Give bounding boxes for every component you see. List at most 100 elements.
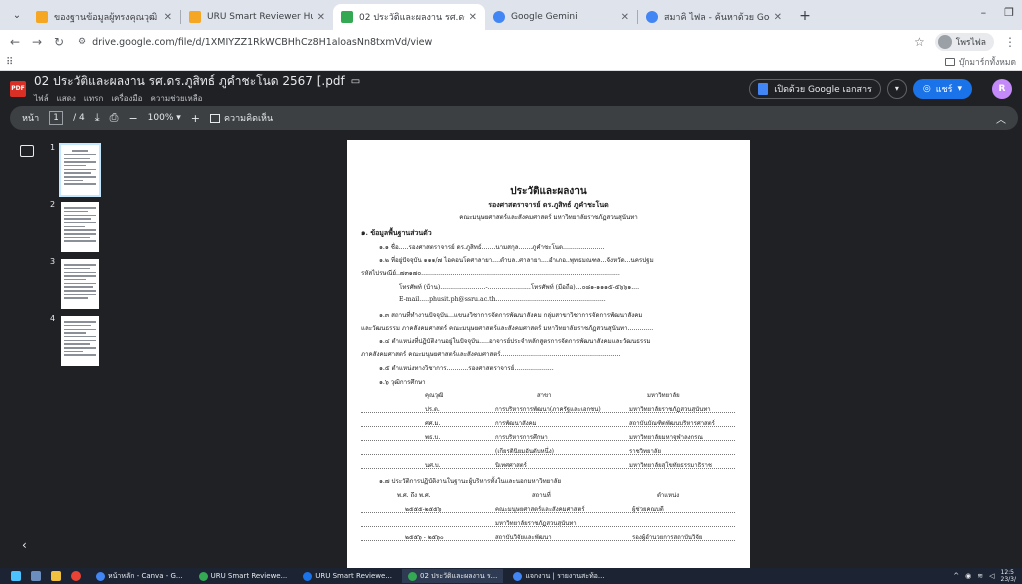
browser-toolbar: ← → ↻ ⚙ drive.google.com/file/d/1XMIYZZ1… — [0, 30, 1022, 54]
menu-tools[interactable]: เครื่องมือ — [111, 92, 142, 105]
page-thumbnail-2[interactable] — [61, 202, 99, 252]
wifi-icon[interactable]: ≋ — [977, 572, 983, 580]
apps-grid-icon[interactable]: ⠿ — [6, 57, 13, 68]
dotted-rule — [361, 454, 735, 455]
doc-line: ๑.๗ ประวัติการปฏิบัติงานในฐานะผู้บริหารท… — [379, 478, 562, 485]
tab-0[interactable]: ของฐานข้อมูลผู้ทรงคุณวุฒิ รายงาน ✕ — [28, 4, 180, 30]
download-icon[interactable]: ⤓ — [95, 111, 100, 125]
work-header-position: ตำแหน่ง — [657, 492, 680, 499]
reload-icon[interactable]: ↻ — [50, 35, 68, 49]
tab-close-icon[interactable]: ✕ — [317, 12, 325, 23]
dotted-rule — [361, 526, 735, 527]
task-label: แจกงาน | รายงานสะท้อ... — [525, 571, 605, 580]
tab-1[interactable]: URU Smart Reviewer Hub ✕ — [181, 4, 333, 30]
doc-section-heading: ๑. ข้อมูลพื้นฐานส่วนตัว — [361, 228, 432, 237]
taskbar-app-icon[interactable] — [51, 571, 61, 581]
dotted-rule — [361, 440, 735, 441]
share-globe-icon: ◎ — [922, 83, 931, 94]
tab-close-icon[interactable]: ✕ — [774, 12, 782, 23]
work-header-place: สถานที่ — [532, 492, 551, 499]
print-icon[interactable]: ⎙ — [110, 111, 119, 125]
tab-favicon-icon — [341, 11, 353, 23]
menu-view[interactable]: แสดง — [57, 92, 76, 105]
move-folder-icon[interactable]: ▭ — [351, 76, 360, 87]
tab-2-active[interactable]: 02 ประวัติและผลงาน รศ.ดร.ภูสิทธ์ ภู... ✕ — [333, 4, 485, 30]
zoom-in-icon[interactable]: + — [191, 112, 200, 125]
edu-header-university: มหาวิทยาลัย — [647, 392, 680, 399]
drive-viewer-header: PDF 02 ประวัติและผลงาน รศ.ดร.ภูสิทธ์ ภูค… — [0, 71, 1022, 106]
tab-close-icon[interactable]: ✕ — [469, 12, 477, 23]
profile-label: โพรไฟล — [955, 38, 986, 48]
menu-help[interactable]: ความช่วยเหลือ — [150, 92, 202, 105]
windows-start-icon[interactable] — [11, 571, 21, 581]
user-avatar[interactable]: R — [992, 78, 1012, 99]
zoom-level[interactable]: 100% ▾ — [148, 113, 181, 123]
tray-app-icon[interactable]: ◉ — [965, 572, 971, 580]
browser-tabstrip: ⌄ ของฐานข้อมูลผู้ทรงคุณวุฒิ รายงาน ✕ URU… — [0, 0, 1022, 30]
google-docs-icon — [758, 82, 769, 95]
tab-close-icon[interactable]: ✕ — [164, 12, 172, 23]
minimize-icon[interactable]: – — [981, 6, 987, 19]
tray-chevron-icon[interactable]: ^ — [953, 572, 959, 580]
doc-line: ๑.๕ ตำแหน่งทางวิชาการ...........รองศาสตร… — [379, 365, 554, 372]
dotted-rule — [361, 412, 735, 413]
chrome-icon[interactable] — [71, 571, 81, 581]
system-tray: ^ ◉ ≋ ◁ 12:5 23/3/ — [953, 569, 1016, 583]
page-thumbnail-3[interactable] — [61, 259, 99, 309]
taskbar-task[interactable]: URU Smart Reviewe... — [193, 569, 294, 583]
zoom-out-icon[interactable]: − — [128, 112, 137, 125]
tab-favicon-icon — [646, 11, 658, 23]
doc-line: รหัสไปรษณีย์..๗๓๑๗๐.....................… — [361, 270, 620, 277]
tab-4[interactable]: สมาคิ ไฟล - ค้นหาด้วย Google ✕ — [638, 4, 790, 30]
site-info-icon[interactable]: ⚙ — [78, 37, 86, 47]
volume-icon[interactable]: ◁ — [989, 572, 994, 580]
all-bookmarks-label: บุ๊กมาร์กทั้งหมด — [958, 58, 1016, 68]
share-button[interactable]: ◎ แชร์ ▾ — [912, 78, 972, 99]
doc-line: ๑.๑ ชื่อ.....รองศาสตราจารย์ ดร.ภูสิทธ์..… — [379, 244, 605, 251]
open-with-button[interactable]: เปิดด้วย Google เอกสาร — [749, 78, 881, 99]
page-thumbnail-1[interactable] — [59, 143, 101, 197]
task-favicon-icon — [198, 571, 208, 581]
tab-title: สมาคิ ไฟล - ค้นหาด้วย Google — [664, 13, 770, 23]
thumbnail-panel-icon[interactable] — [20, 145, 34, 157]
collapse-toolbar-icon[interactable]: ︿ — [996, 111, 1006, 126]
taskbar-task[interactable]: URU Smart Reviewe... — [297, 569, 398, 583]
page-thumbnail-4[interactable] — [61, 316, 99, 366]
doc-author-name: รองศาสตราจารย์ ดร.ภูสิทธ์ ภูคำชะโนด — [488, 200, 609, 209]
new-tab-icon[interactable]: + — [794, 5, 816, 27]
clock[interactable]: 12:5 23/3/ — [1001, 569, 1017, 583]
taskbar-task[interactable]: แจกงาน | รายงานสะท้อ... — [507, 569, 610, 583]
tab-favicon-icon — [36, 11, 48, 23]
bookmark-star-icon[interactable]: ☆ — [914, 35, 925, 49]
pdf-toolbar: หน้า 1 / 4 ⤓ ⎙ − 100% ▾ + ความคิดเห็น ︿ — [10, 106, 1018, 130]
file-title: 02 ประวัติและผลงาน รศ.ดร.ภูสิทธ์ ภูคำชะโ… — [34, 74, 345, 88]
taskbar-app-icon[interactable] — [31, 571, 41, 581]
comment-label: ความคิดเห็น — [224, 114, 274, 124]
forward-icon[interactable]: → — [28, 35, 46, 49]
taskbar-task[interactable]: หน้าหลัก - Canva - G... — [90, 569, 189, 583]
page-number-input[interactable]: 1 — [49, 111, 64, 125]
task-favicon-icon — [513, 571, 523, 581]
tab-search-icon[interactable]: ⌄ — [6, 4, 28, 26]
zoom-value: 100% — [147, 113, 174, 123]
browser-menu-icon[interactable]: ⋮ — [1004, 35, 1016, 49]
restore-icon[interactable]: ❐ — [1004, 6, 1014, 19]
back-icon[interactable]: ← — [6, 35, 24, 49]
profile-button[interactable]: โพรไฟล — [934, 33, 994, 51]
task-favicon-icon — [407, 571, 417, 581]
thumbnail-number: 2 — [50, 200, 56, 209]
open-with-dropdown[interactable]: ▾ — [886, 78, 907, 99]
comment-icon — [210, 114, 221, 123]
task-label: หน้าหลัก - Canva - G... — [108, 571, 183, 580]
chevron-left-icon[interactable]: ‹ — [22, 538, 27, 552]
tab-3[interactable]: Google Gemini ✕ — [485, 4, 637, 30]
menu-file[interactable]: ไฟล์ — [34, 92, 49, 105]
tab-close-icon[interactable]: ✕ — [621, 12, 629, 23]
comment-button[interactable]: ความคิดเห็น — [210, 111, 273, 125]
taskbar-task-active[interactable]: 02 ประวัติและผลงาน ร... — [401, 569, 504, 583]
page-label: หน้า — [22, 114, 40, 124]
menu-insert[interactable]: แทรก — [84, 92, 104, 105]
address-bar[interactable]: ⚙ drive.google.com/file/d/1XMIYZZ1RkWCBH… — [72, 33, 906, 51]
clock-date: 23/3/ — [1000, 576, 1017, 583]
all-bookmarks-button[interactable]: บุ๊กมาร์กทั้งหมด — [944, 55, 1016, 69]
